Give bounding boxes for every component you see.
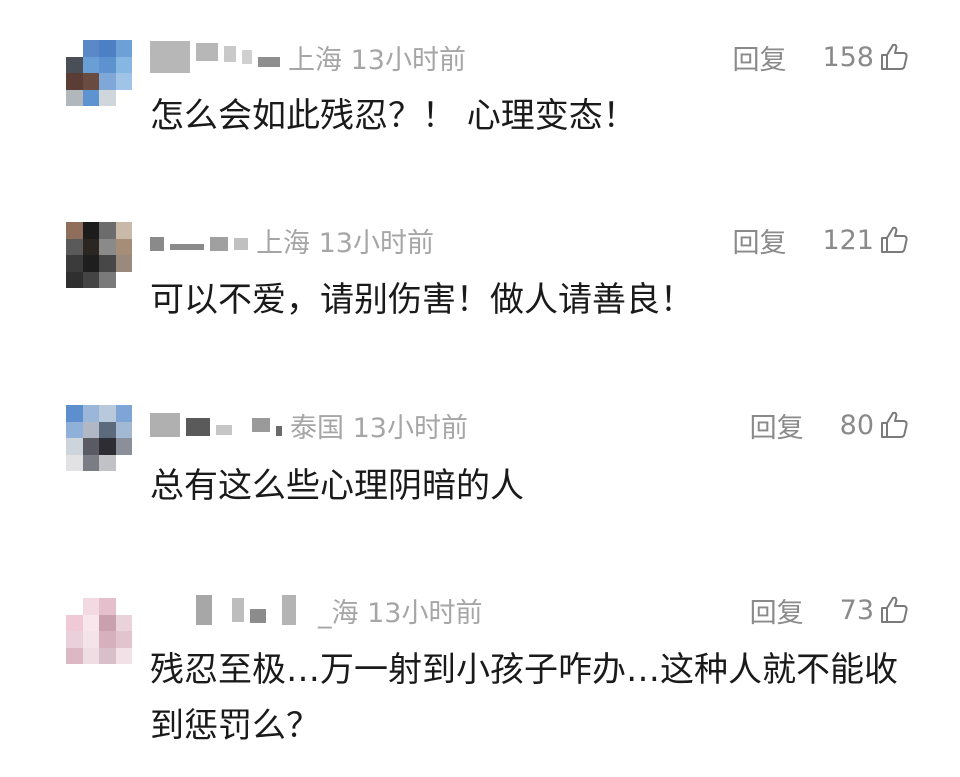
comment-text: 怎么会如此残忍？！ 心理变态！: [150, 96, 637, 136]
avatar[interactable]: [66, 405, 132, 471]
thumbs-up-icon[interactable]: [878, 594, 910, 626]
username-redacted[interactable]: [150, 590, 296, 630]
username-redacted[interactable]: [150, 220, 248, 260]
thumbs-up-icon[interactable]: [878, 224, 910, 256]
comment-text: 可以不爱，请别伤害！做人请善良！: [150, 280, 694, 320]
like-count: 121: [822, 224, 874, 256]
comment-actions: 回复 80: [750, 405, 910, 445]
comment-meta: _海 13小时前 回复 73: [150, 590, 910, 630]
comment-actions: 回复 121: [732, 220, 910, 260]
like-count: 80: [839, 409, 874, 441]
reply-button[interactable]: 回复: [750, 406, 804, 445]
comment-meta: 上海 13小时前 回复 121: [150, 220, 910, 260]
reply-button[interactable]: 回复: [732, 38, 786, 77]
location-time: 泰国 13小时前: [290, 412, 468, 444]
username-redacted[interactable]: [150, 405, 282, 445]
location-time: 上海 13小时前: [256, 227, 434, 259]
comment-text: 残忍至极…万一射到小孩子咋办…这种人就不能收到惩罚么？: [150, 650, 898, 746]
username-redacted[interactable]: [150, 37, 280, 77]
comment-text: 总有这么些心理阴暗的人: [150, 466, 524, 506]
like-count: 158: [822, 41, 874, 73]
comment-actions: 回复 158: [732, 37, 910, 77]
comment-actions: 回复 73: [750, 590, 910, 630]
location-time: 上海 13小时前: [288, 44, 466, 76]
comment-meta: 上海 13小时前 回复 158: [150, 37, 910, 77]
reply-button[interactable]: 回复: [732, 221, 786, 260]
location-time: _海 13小时前: [318, 597, 483, 629]
avatar[interactable]: [66, 222, 132, 288]
avatar[interactable]: [66, 40, 132, 106]
thumbs-up-icon[interactable]: [878, 41, 910, 73]
reply-button[interactable]: 回复: [750, 591, 804, 630]
like-count: 73: [839, 594, 874, 626]
thumbs-up-icon[interactable]: [878, 409, 910, 441]
avatar[interactable]: [66, 598, 132, 664]
comment-meta: 泰国 13小时前 回复 80: [150, 405, 910, 445]
